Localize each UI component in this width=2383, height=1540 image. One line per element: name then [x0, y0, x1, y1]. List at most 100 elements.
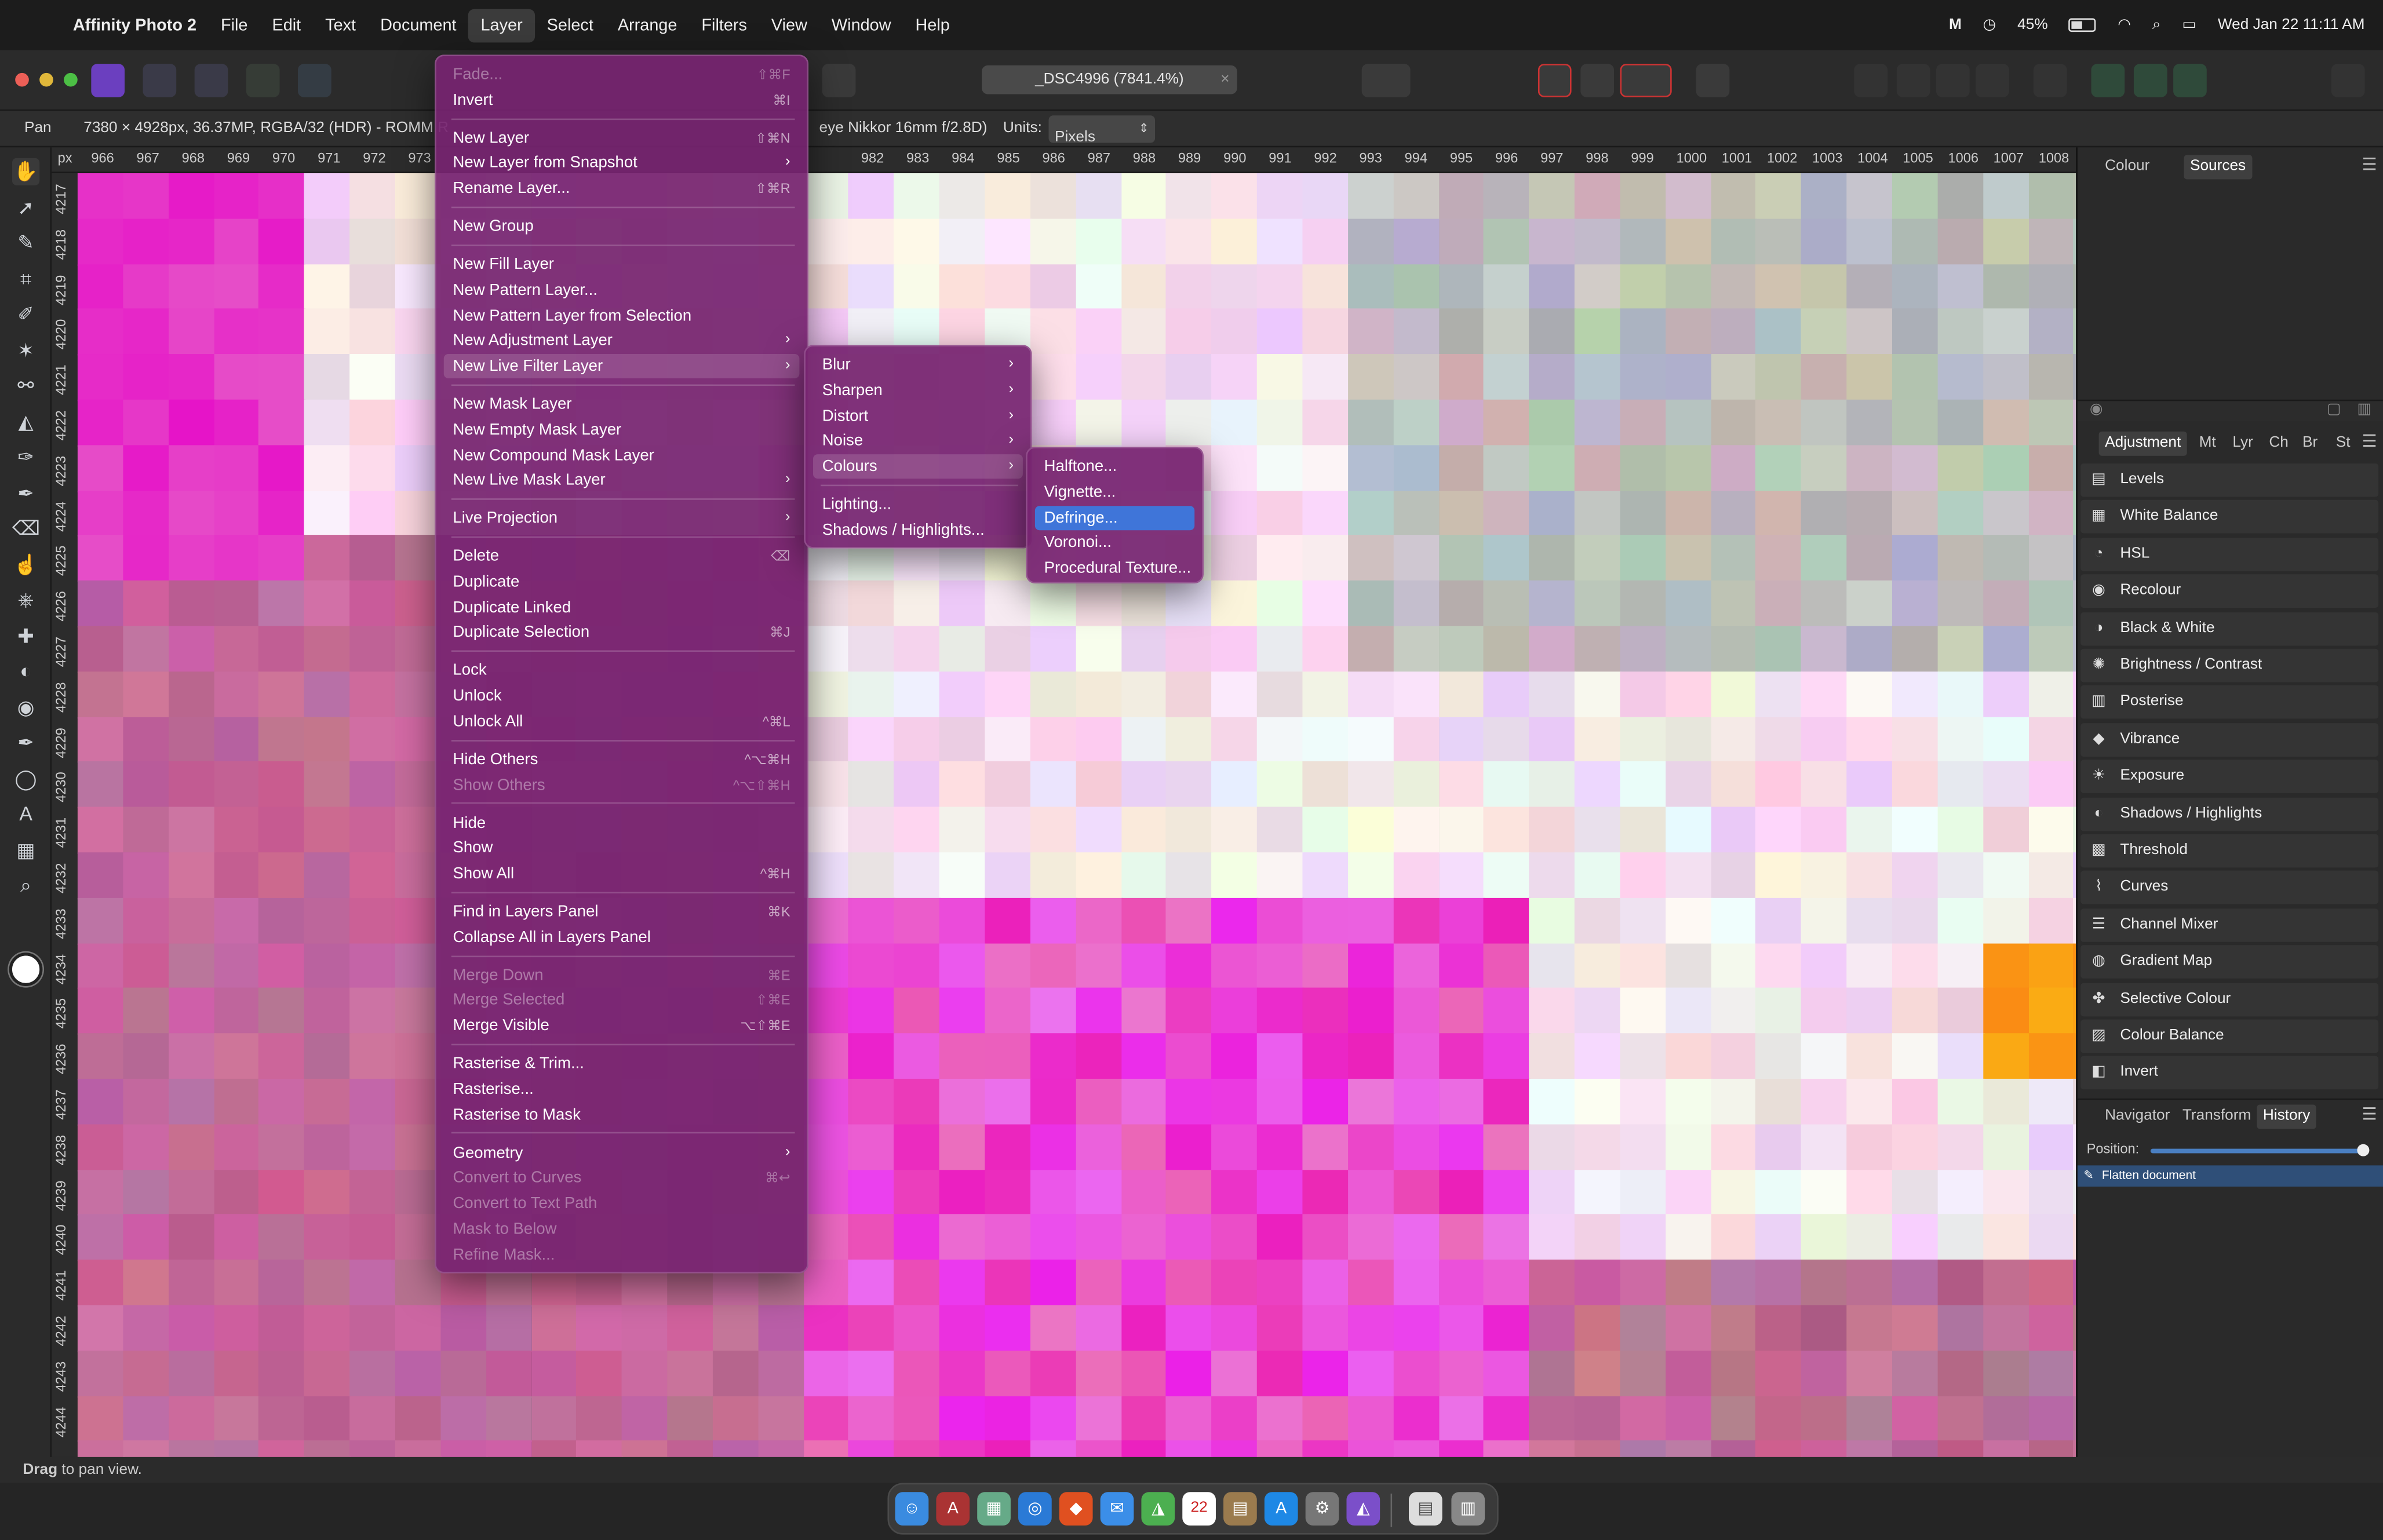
menu-item-new-adjustment-layer[interactable]: New Adjustment Layer ›	[444, 329, 800, 353]
live-filter-item-colours[interactable]: Colours ›	[813, 454, 1023, 479]
liquify-persona-icon[interactable]	[143, 64, 177, 97]
align-right-icon[interactable]	[1936, 64, 1970, 97]
menu-text[interactable]: Text	[313, 8, 368, 42]
tab-colour[interactable]: Colour	[2099, 155, 2156, 179]
canvas[interactable]	[77, 173, 2076, 1457]
menu-item-rasterise-trim[interactable]: Rasterise & Trim...	[444, 1052, 800, 1076]
menu-item-new-layer[interactable]: New Layer ⇧⌘N	[444, 126, 800, 150]
menu-arrange[interactable]: Arrange	[606, 8, 690, 42]
menu-window[interactable]: Window	[819, 8, 903, 42]
menu-item-invert[interactable]: Invert ⌘I	[444, 87, 800, 112]
adjustment-exposure[interactable]: ☀ Exposure	[2080, 760, 2379, 794]
menu-layer[interactable]: Layer	[468, 8, 535, 42]
adjustment-channel-mixer[interactable]: ☰ Channel Mixer	[2080, 908, 2379, 942]
menu-item-rasterise-to-mask[interactable]: Rasterise to Mask	[444, 1103, 800, 1127]
adjustment-threshold[interactable]: ▩ Threshold	[2080, 834, 2379, 868]
text-tool-icon[interactable]: A	[12, 801, 39, 828]
menu-item-geometry[interactable]: Geometry ›	[444, 1140, 800, 1165]
fill-tool-icon[interactable]: ◭	[12, 408, 39, 435]
menu-item-show-all[interactable]: Show All ^⌘H	[444, 862, 800, 886]
zoom-tool-icon[interactable]: ⌕	[12, 872, 39, 899]
selection-icon[interactable]	[822, 64, 856, 97]
settings-icon[interactable]: ⚙	[1305, 1492, 1339, 1526]
notes-icon[interactable]: ▤	[1223, 1492, 1257, 1526]
colours-item-voronoi[interactable]: Voronoi...	[1035, 531, 1194, 555]
adjustment-gradient-map[interactable]: ◍ Gradient Map	[2080, 945, 2379, 979]
menu-item-new-empty-mask-layer[interactable]: New Empty Mask Layer	[444, 418, 800, 442]
app-status-icon[interactable]: M	[1949, 17, 1962, 34]
colours-item-vignette[interactable]: Vignette...	[1035, 480, 1194, 504]
tab-navigator[interactable]: Navigator	[2099, 1105, 2176, 1129]
adjustment-levels[interactable]: ▤ Levels	[2080, 463, 2379, 497]
search-icon[interactable]: ⌕	[2152, 17, 2161, 34]
menu-filters[interactable]: Filters	[689, 8, 759, 42]
colours-item-halftone[interactable]: Halftone...	[1035, 454, 1194, 479]
adjustment-curves[interactable]: ⌇ Curves	[2080, 871, 2379, 905]
menu-item-collapse-all-in-layers-panel[interactable]: Collapse All in Layers Panel	[444, 925, 800, 949]
tab-adjustment[interactable]: Adjustment	[2098, 431, 2187, 456]
menu-item-new-layer-from-snapshot[interactable]: New Layer from Snapshot ›	[444, 151, 800, 176]
live-filter-item-shadows-highlights[interactable]: Shadows / Highlights...	[813, 517, 1023, 542]
adjustment-colour-balance[interactable]: ▨ Colour Balance	[2080, 1019, 2379, 1053]
tab-lyr[interactable]: Lyr	[2227, 432, 2259, 456]
menu-view[interactable]: View	[759, 8, 819, 42]
pen-tool-icon[interactable]: ✒	[12, 729, 39, 757]
menu-item-live-projection[interactable]: Live Projection ›	[444, 506, 800, 531]
freehand-select-icon[interactable]: ⚯	[12, 373, 39, 400]
pixel-tool-icon[interactable]: ✒	[12, 479, 39, 506]
menu-item-unlock-all[interactable]: Unlock All ^⌘L	[444, 709, 800, 733]
colours-item-procedural-texture[interactable]: Procedural Texture...	[1035, 556, 1194, 581]
colours-item-defringe[interactable]: Defringe...	[1034, 505, 1195, 530]
menu-item-new-live-filter-layer[interactable]: New Live Filter Layer ›	[443, 354, 800, 379]
snapping-icon[interactable]	[1537, 64, 1572, 97]
intersect-icon[interactable]	[2173, 64, 2207, 97]
menu-item-hide[interactable]: Hide	[444, 811, 800, 835]
menu-item-new-pattern-layer-from-selection[interactable]: New Pattern Layer from Selection	[444, 303, 800, 327]
position-slider[interactable]	[2150, 1144, 2370, 1156]
live-filter-item-blur[interactable]: Blur ›	[813, 352, 1023, 377]
trash-icon[interactable]: ▥	[2357, 401, 2371, 418]
document-tab[interactable]: _DSC4996 (7841.4%) ×	[982, 65, 1237, 94]
clock[interactable]: Wed Jan 22 11:11 AM	[2218, 17, 2365, 34]
wifi-icon[interactable]: ◠	[2118, 17, 2131, 34]
distribute-icon[interactable]	[1976, 64, 2009, 97]
trash-icon[interactable]: ▥	[1451, 1492, 1485, 1526]
tone-mapping-persona-icon[interactable]	[246, 64, 280, 97]
menu-item-delete[interactable]: Delete ⌫	[444, 544, 800, 568]
crop-tool-icon[interactable]: ⌗	[12, 265, 39, 293]
menu-document[interactable]: Document	[368, 8, 468, 42]
minimize-window-button[interactable]	[39, 72, 53, 87]
tab-ch[interactable]: Ch	[2263, 432, 2295, 456]
tab-history[interactable]: History	[2257, 1104, 2316, 1129]
app-store-icon[interactable]: A	[1264, 1492, 1298, 1526]
time-machine-icon[interactable]: ◷	[1983, 17, 1996, 34]
slider-thumb[interactable]	[2357, 1144, 2370, 1156]
menu-item-duplicate[interactable]: Duplicate	[444, 570, 800, 594]
dodge-tool-icon[interactable]: ◐	[12, 658, 39, 685]
menu-edit[interactable]: Edit	[260, 8, 313, 42]
adjustment-hsl[interactable]: ◔ HSL	[2080, 537, 2379, 571]
red-eye-icon[interactable]: ◉	[12, 694, 39, 721]
adjustment-selective-colour[interactable]: ✤ Selective Colour	[2080, 982, 2379, 1016]
document-icon[interactable]: ▤	[1409, 1492, 1442, 1526]
zoom-window-button[interactable]	[64, 72, 78, 87]
account-icon[interactable]	[2331, 64, 2365, 97]
panel-menu-icon[interactable]: ☰	[2362, 432, 2377, 451]
maps-icon[interactable]: ◮	[1141, 1492, 1175, 1526]
menu-item-duplicate-linked[interactable]: Duplicate Linked	[444, 595, 800, 619]
live-filter-item-lighting[interactable]: Lighting...	[813, 492, 1023, 517]
eye-icon[interactable]: ◉	[2090, 401, 2103, 418]
adjustment-posterise[interactable]: ▥ Posterise	[2080, 685, 2379, 720]
menu-item-new-group[interactable]: New Group	[444, 214, 800, 239]
photo-persona-icon[interactable]	[91, 64, 125, 97]
battery-icon[interactable]	[2069, 18, 2097, 32]
mirror-icon[interactable]	[1580, 64, 1615, 97]
adjustment-recolour[interactable]: ◉ Recolour	[2080, 574, 2379, 608]
live-filter-item-noise[interactable]: Noise ›	[813, 429, 1023, 453]
menu-app-name[interactable]: Affinity Photo 2	[61, 8, 209, 42]
assistant-icon[interactable]	[1696, 64, 1730, 97]
menu-item-hide-others[interactable]: Hide Others ^⌥⌘H	[444, 747, 800, 772]
launchpad-icon[interactable]: ▦	[977, 1492, 1011, 1526]
adjustment-brightness-contrast[interactable]: ✺ Brightness / Contrast	[2080, 648, 2379, 683]
hand-tool-icon[interactable]: ✋	[12, 158, 40, 185]
